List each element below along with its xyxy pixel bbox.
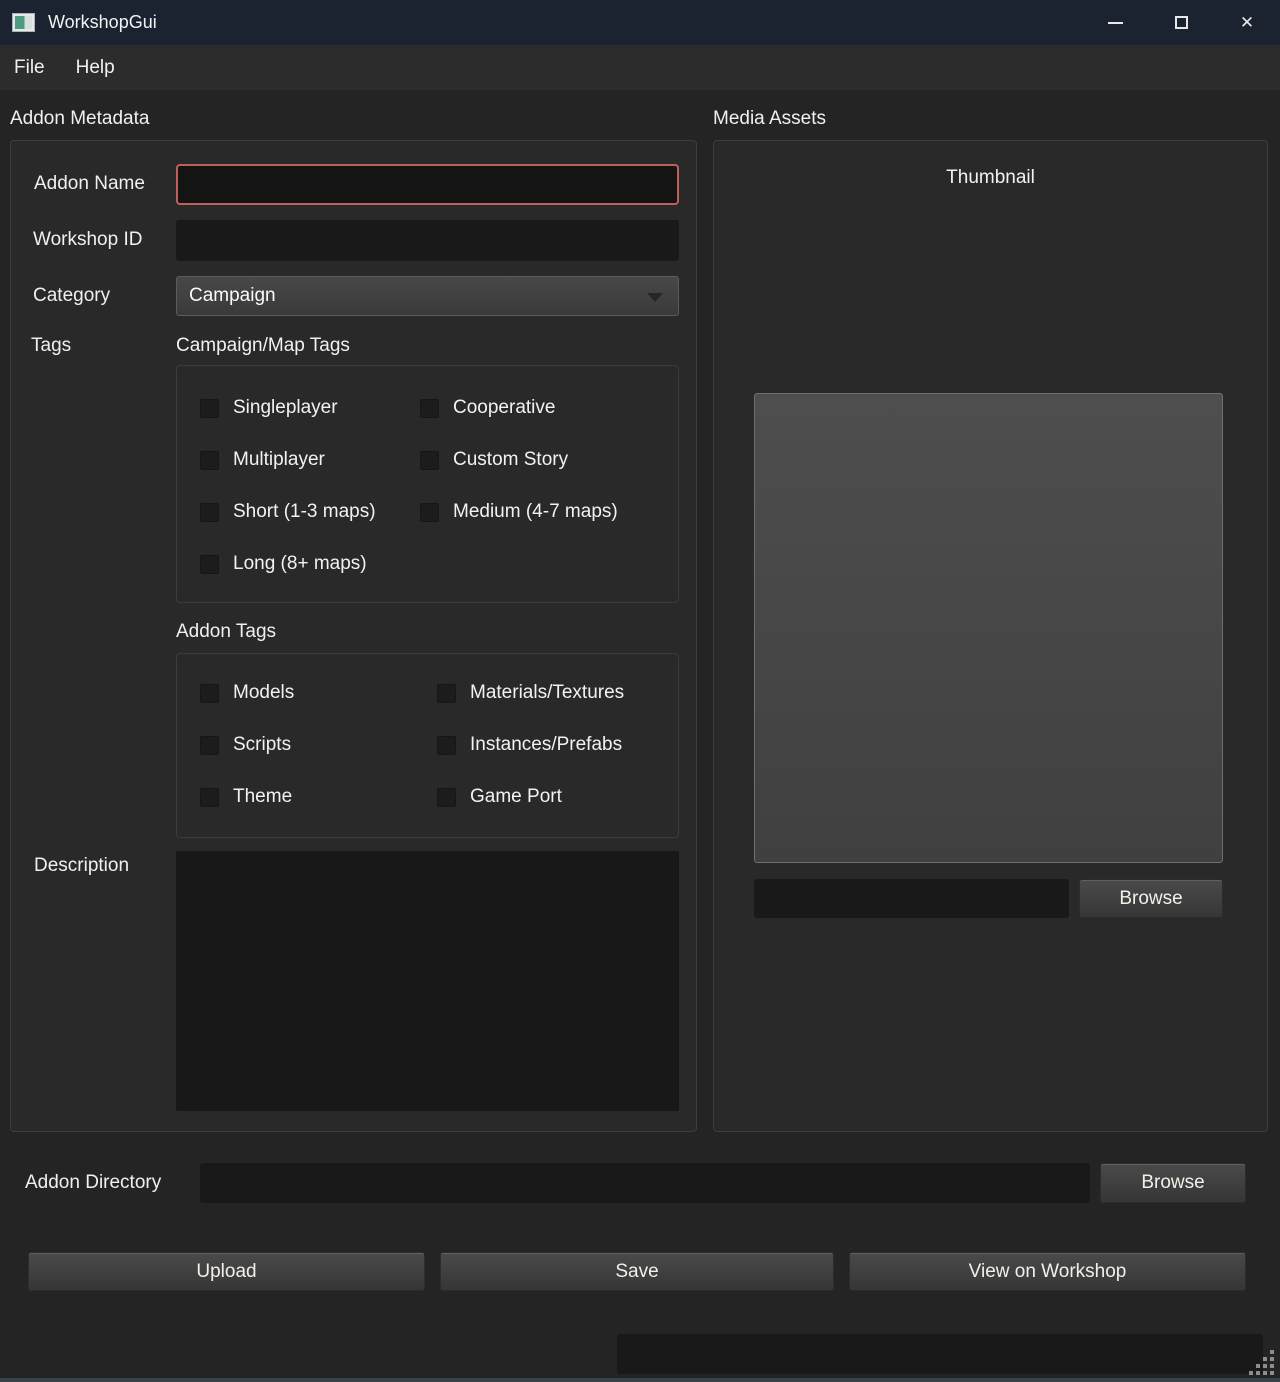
scripts-checkbox-row[interactable]: Scripts [200,734,291,756]
theme-label: Theme [233,786,292,808]
category-dropdown[interactable]: Campaign [176,276,679,316]
save-button[interactable]: Save [440,1252,834,1291]
close-button[interactable]: ✕ [1214,0,1280,45]
window-controls: ✕ [1082,0,1280,45]
app-window: WorkshopGui ✕ File Help Addon Metadata M… [0,0,1280,1382]
cooperative-checkbox[interactable] [420,399,439,418]
addon-metadata-section-title: Addon Metadata [10,108,149,130]
cooperative-checkbox-row[interactable]: Cooperative [420,397,555,419]
game-port-label: Game Port [470,786,562,808]
scripts-label: Scripts [233,734,291,756]
addon-directory-input[interactable] [200,1163,1090,1203]
thumbnail-preview [754,393,1223,863]
description-textarea[interactable] [176,851,679,1111]
thumbnail-path-input[interactable] [754,879,1069,918]
materials-textures-label: Materials/Textures [470,682,624,704]
title-bar: WorkshopGui ✕ [0,0,1280,45]
short-maps-checkbox[interactable] [200,503,219,522]
short-maps-checkbox-row[interactable]: Short (1-3 maps) [200,501,376,523]
multiplayer-checkbox[interactable] [200,451,219,470]
instances-prefabs-checkbox-row[interactable]: Instances/Prefabs [437,734,622,756]
materials-textures-checkbox-row[interactable]: Materials/Textures [437,682,624,704]
menu-help[interactable]: Help [76,57,115,79]
menu-file[interactable]: File [14,57,45,79]
view-on-workshop-button[interactable]: View on Workshop [849,1252,1246,1291]
tags-label: Tags [31,335,71,357]
addon-name-input[interactable] [176,164,679,205]
addon-name-label: Addon Name [34,173,145,195]
close-icon: ✕ [1240,14,1254,31]
long-maps-checkbox[interactable] [200,555,219,574]
campaign-map-tags-title: Campaign/Map Tags [176,335,350,357]
upload-button[interactable]: Upload [28,1252,425,1291]
custom-story-checkbox-row[interactable]: Custom Story [420,449,568,471]
multiplayer-checkbox-row[interactable]: Multiplayer [200,449,325,471]
medium-maps-checkbox[interactable] [420,503,439,522]
medium-maps-label: Medium (4-7 maps) [453,501,618,523]
scripts-checkbox[interactable] [200,736,219,755]
minimize-button[interactable] [1082,0,1148,45]
workshop-id-label: Workshop ID [33,229,142,251]
models-checkbox[interactable] [200,684,219,703]
models-label: Models [233,682,294,704]
media-assets-panel: Thumbnail Browse [713,140,1268,1132]
custom-story-label: Custom Story [453,449,568,471]
campaign-map-tags-group: Singleplayer Cooperative Multiplayer Cus… [176,365,679,603]
thumbnail-browse-button[interactable]: Browse [1079,879,1223,918]
short-maps-label: Short (1-3 maps) [233,501,376,523]
addon-directory-label: Addon Directory [25,1172,161,1194]
long-maps-label: Long (8+ maps) [233,553,367,575]
maximize-icon [1175,16,1188,29]
status-bar [617,1334,1263,1374]
app-icon [12,13,35,32]
singleplayer-checkbox-row[interactable]: Singleplayer [200,397,338,419]
long-maps-checkbox-row[interactable]: Long (8+ maps) [200,553,367,575]
singleplayer-checkbox[interactable] [200,399,219,418]
custom-story-checkbox[interactable] [420,451,439,470]
category-label: Category [33,285,110,307]
medium-maps-checkbox-row[interactable]: Medium (4-7 maps) [420,501,618,523]
chevron-down-icon [647,293,663,302]
theme-checkbox-row[interactable]: Theme [200,786,292,808]
addon-tags-group: Models Materials/Textures Scripts Instan… [176,653,679,838]
menu-bar: File Help [0,45,1280,90]
description-label: Description [34,855,129,877]
minimize-icon [1108,22,1123,24]
materials-textures-checkbox[interactable] [437,684,456,703]
addon-tags-title: Addon Tags [176,621,276,643]
window-title: WorkshopGui [48,12,157,33]
instances-prefabs-label: Instances/Prefabs [470,734,622,756]
instances-prefabs-checkbox[interactable] [437,736,456,755]
singleplayer-label: Singleplayer [233,397,338,419]
models-checkbox-row[interactable]: Models [200,682,294,704]
maximize-button[interactable] [1148,0,1214,45]
window-bottom-border [0,1378,1280,1382]
game-port-checkbox-row[interactable]: Game Port [437,786,562,808]
game-port-checkbox[interactable] [437,788,456,807]
cooperative-label: Cooperative [453,397,555,419]
media-assets-section-title: Media Assets [713,108,826,130]
theme-checkbox[interactable] [200,788,219,807]
addon-metadata-panel: Addon Name Workshop ID Category Campaign… [10,140,697,1132]
workshop-id-input[interactable] [176,220,679,261]
addon-directory-browse-button[interactable]: Browse [1100,1163,1246,1203]
category-selected-value: Campaign [189,285,276,307]
multiplayer-label: Multiplayer [233,449,325,471]
resize-grip-icon[interactable] [1249,1350,1275,1376]
thumbnail-label: Thumbnail [714,167,1267,189]
